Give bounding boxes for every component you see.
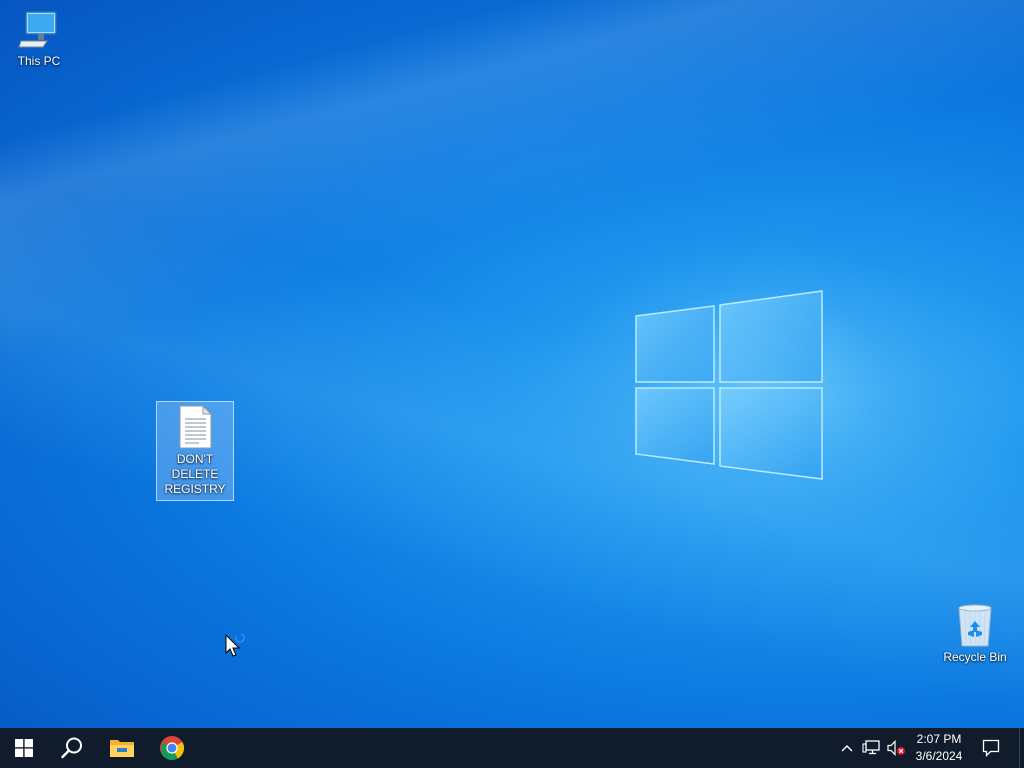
text-document-icon <box>179 404 213 449</box>
folder-icon <box>110 740 134 757</box>
mouse-cursor <box>225 633 245 657</box>
desktop-icon-label: Recycle Bin <box>943 650 1007 664</box>
desktop-icon-recycle-bin[interactable]: Recycle Bin <box>937 600 1013 665</box>
network-icon <box>862 740 880 755</box>
wallpaper-light-beam <box>0 0 1024 728</box>
clock-date: 3/6/2024 <box>915 749 963 763</box>
windows-logo-wallpaper <box>635 290 823 480</box>
notification-icon <box>982 739 1000 757</box>
volume-tray-button[interactable] <box>884 728 908 768</box>
start-button[interactable] <box>0 728 48 768</box>
taskbar: 2:07 PM 3/6/2024 <box>0 728 1024 768</box>
clock-time: 2:07 PM <box>916 732 962 746</box>
show-desktop-button[interactable] <box>1019 728 1024 768</box>
desktop-icon-label: DON'T DELETE REGISTRY <box>164 452 226 496</box>
action-center-button[interactable] <box>968 728 1014 768</box>
desktop-icon-dont-delete-registry[interactable]: DON'T DELETE REGISTRY <box>156 401 234 501</box>
chrome-icon <box>160 736 185 761</box>
network-tray-button[interactable] <box>860 728 882 768</box>
windows-icon <box>15 739 33 757</box>
computer-icon <box>18 11 57 48</box>
chevron-up-icon <box>841 745 853 752</box>
recycle-bin-icon <box>958 604 992 647</box>
desktop[interactable]: This PC DON'T DELETE REGISTRY Recycle Bi… <box>0 0 1024 728</box>
search-button[interactable] <box>48 728 96 768</box>
chrome-button[interactable] <box>148 728 196 768</box>
file-explorer-button[interactable] <box>98 728 146 768</box>
desktop-icon-label: This PC <box>17 54 61 68</box>
taskbar-clock[interactable]: 2:07 PM 3/6/2024 <box>910 731 968 765</box>
search-icon <box>61 737 82 759</box>
wallpaper-light-beam <box>0 0 1024 728</box>
desktop-icon-this-pc[interactable]: This PC <box>1 6 77 69</box>
show-hidden-icons-button[interactable] <box>836 728 858 768</box>
volume-muted-icon <box>887 740 905 756</box>
